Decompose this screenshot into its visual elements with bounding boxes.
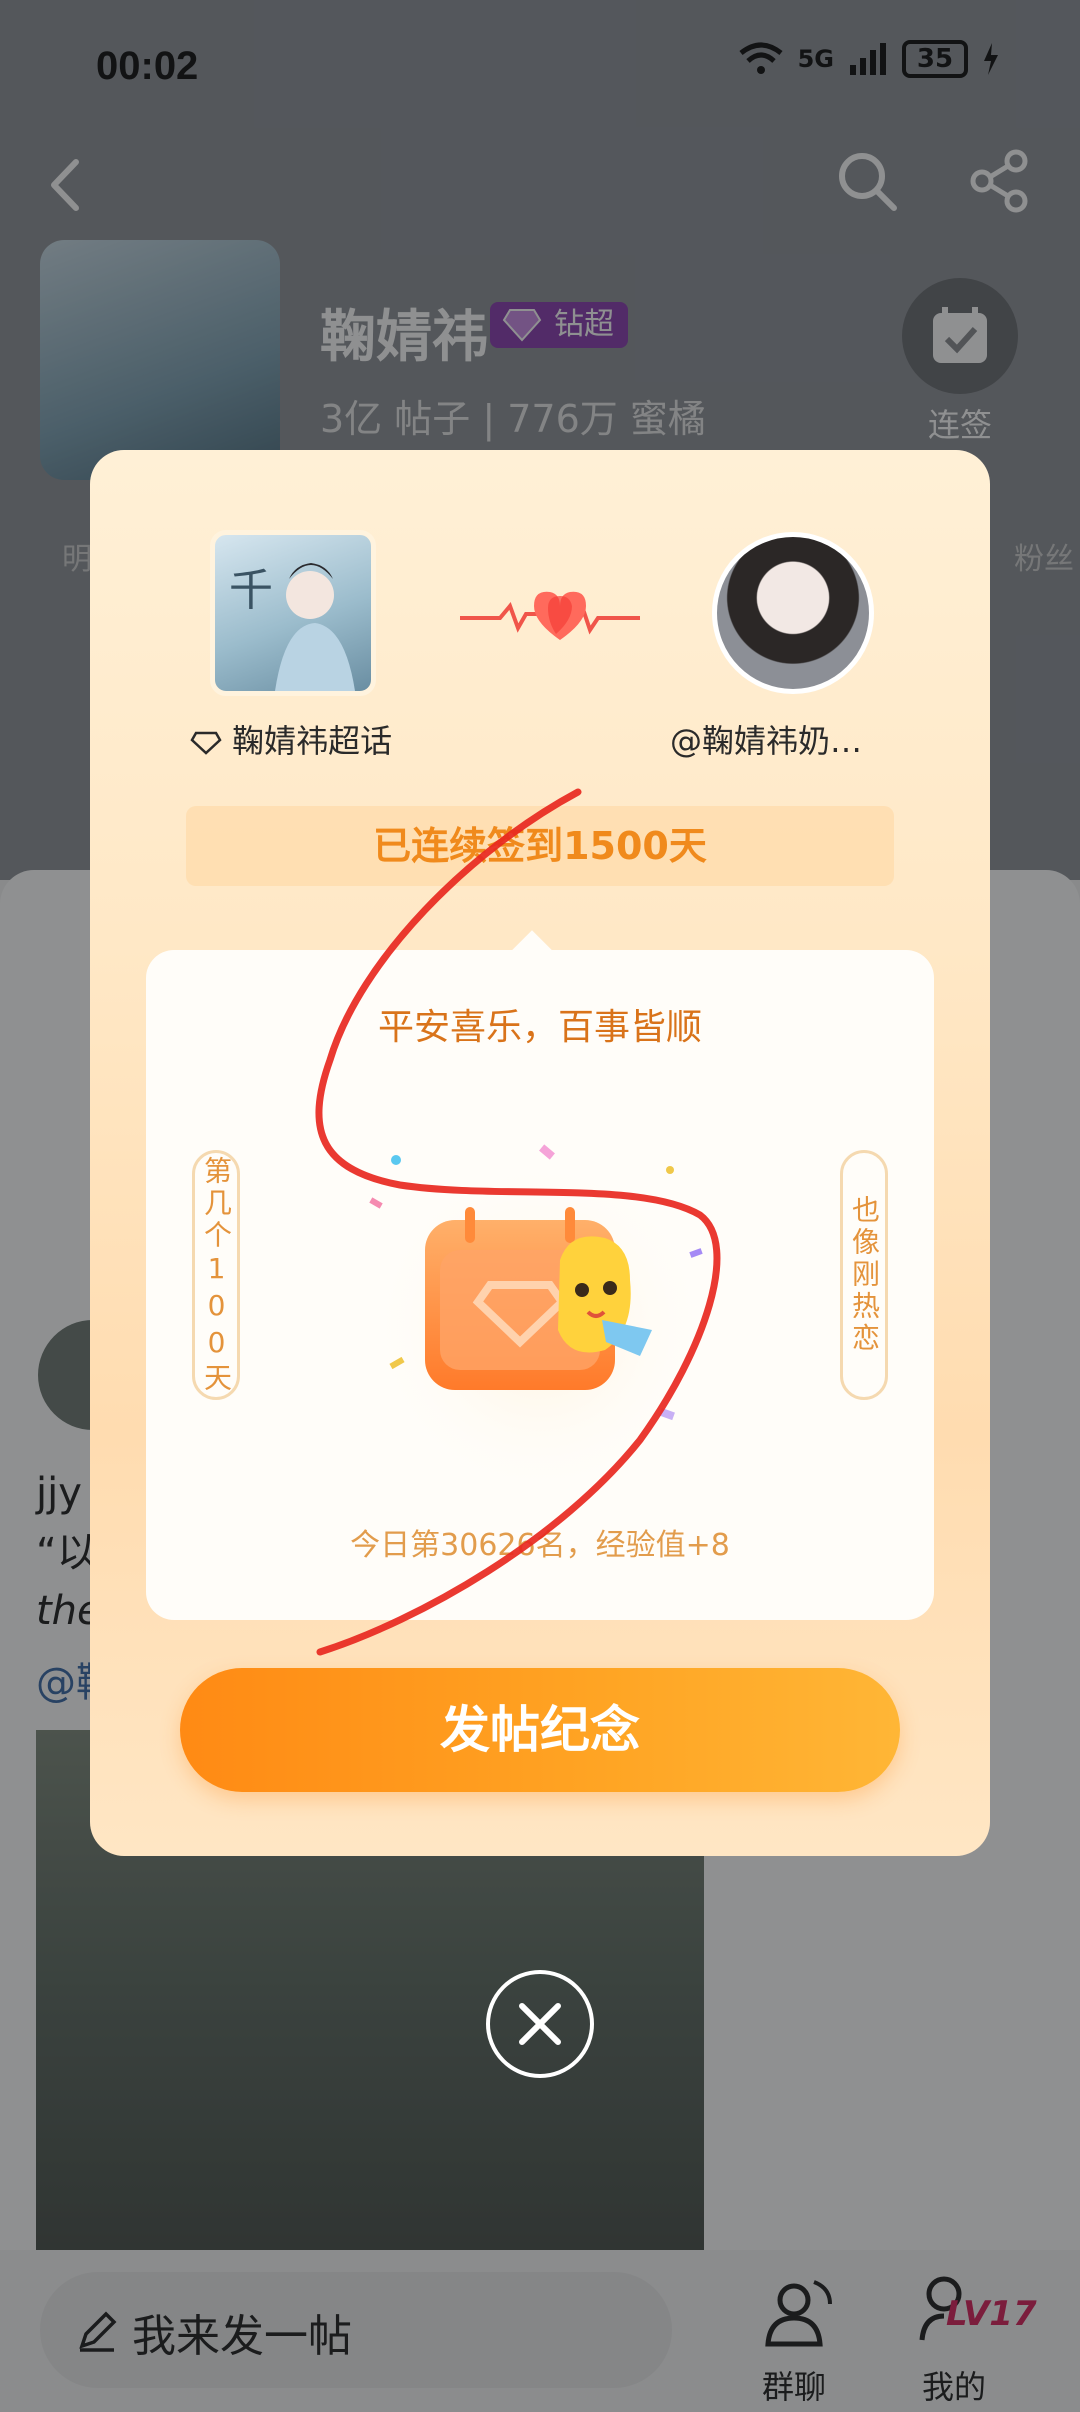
scribble-annotation (315, 788, 721, 1656)
